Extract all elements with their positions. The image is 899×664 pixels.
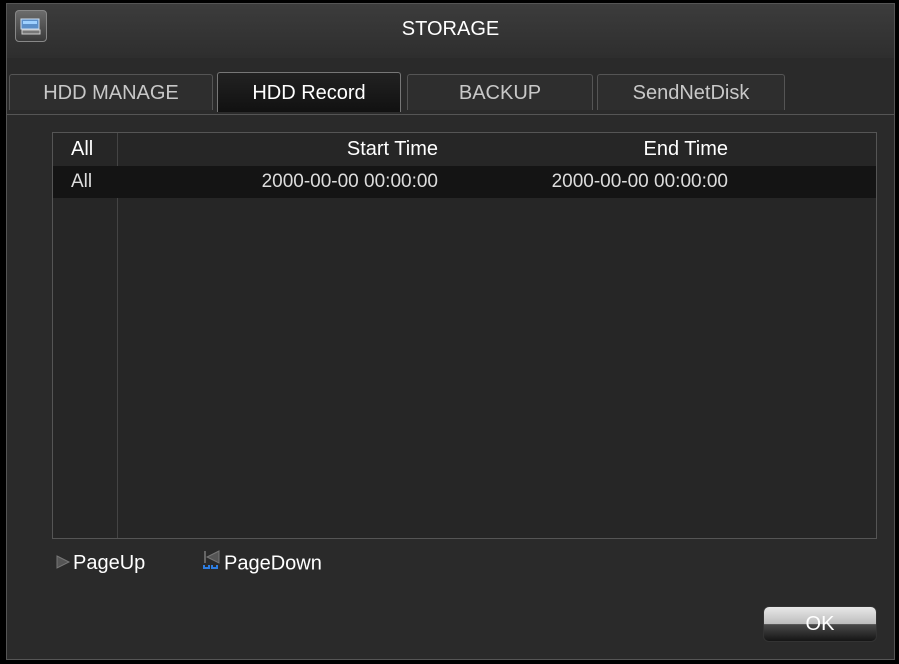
header-end-time: End Time [643,138,728,160]
page-up-button[interactable]: PageUp [55,549,145,577]
table-header: All Start Time End Time [53,133,876,165]
tab-backup[interactable]: BACKUP [407,74,593,110]
tab-hdd-record[interactable]: HDD Record [217,72,401,112]
page-down-icon [202,549,222,579]
page-down-button[interactable]: PageDown [202,549,322,577]
page-up-label: PageUp [73,552,146,574]
ok-button[interactable]: OK [764,607,876,641]
table-row[interactable]: All 2000-00-00 00:00:00 2000-00-00 00:00… [53,166,876,198]
tab-hdd-manage[interactable]: HDD MANAGE [9,74,213,110]
page-up-icon [55,550,71,578]
window-title: STORAGE [401,18,500,40]
header-start-time: Start Time [346,138,438,160]
row-end-time: 2000-00-00 00:00:00 [551,171,728,192]
row-all-cell: All [71,171,93,192]
row-start-time: 2000-00-00 00:00:00 [261,171,438,192]
header-all[interactable]: All [71,138,93,161]
record-table: All Start Time End Time All 2000-00-00 0… [52,132,877,539]
storage-window: STORAGE HDD MANAGE HDD Record BACKUP Sen… [6,3,895,660]
page-down-label: PageDown [224,552,322,575]
title-bar: STORAGE [7,4,894,58]
tab-sendnetdisk[interactable]: SendNetDisk [597,74,785,110]
tab-bar: HDD MANAGE HDD Record BACKUP SendNetDisk [7,72,894,115]
